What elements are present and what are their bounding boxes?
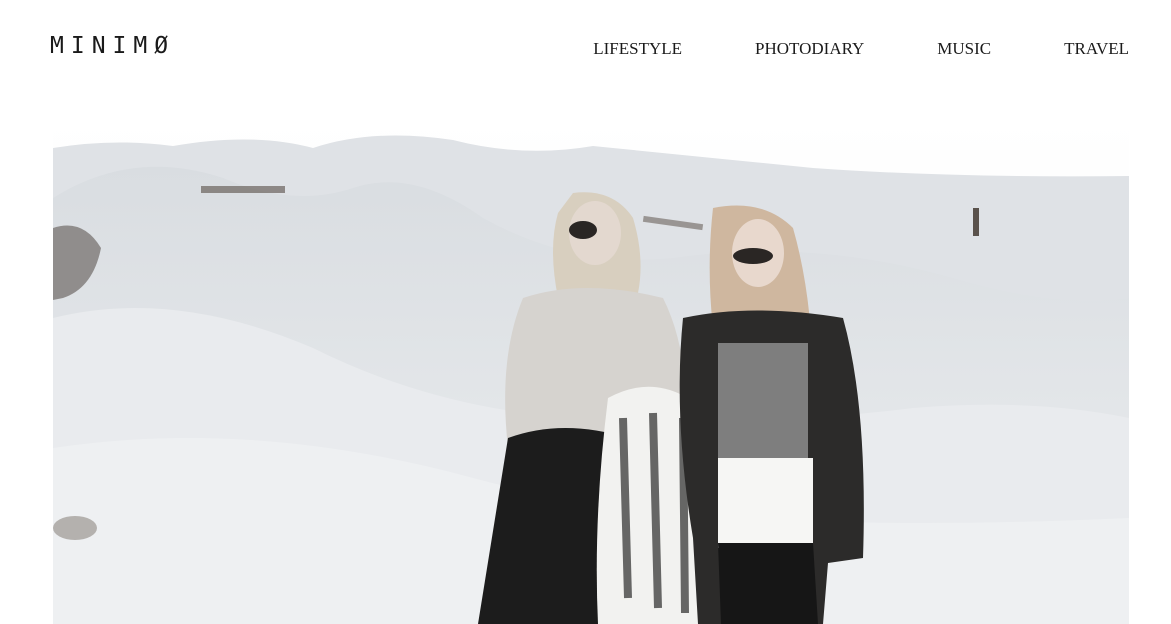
- hero-photo-illustration: [53, 118, 1129, 624]
- nav-link-travel[interactable]: TRAVEL: [1064, 39, 1129, 59]
- nav-link-music[interactable]: MUSIC: [937, 39, 991, 59]
- site-logo[interactable]: MINIMØ: [50, 33, 175, 59]
- hero-photo[interactable]: [53, 118, 1129, 624]
- nav-link-photodiary[interactable]: PHOTODIARY: [755, 39, 864, 59]
- nav-link-lifestyle[interactable]: LIFESTYLE: [593, 39, 682, 59]
- main-nav: LIFESTYLE PHOTODIARY MUSIC TRAVEL: [593, 39, 1129, 59]
